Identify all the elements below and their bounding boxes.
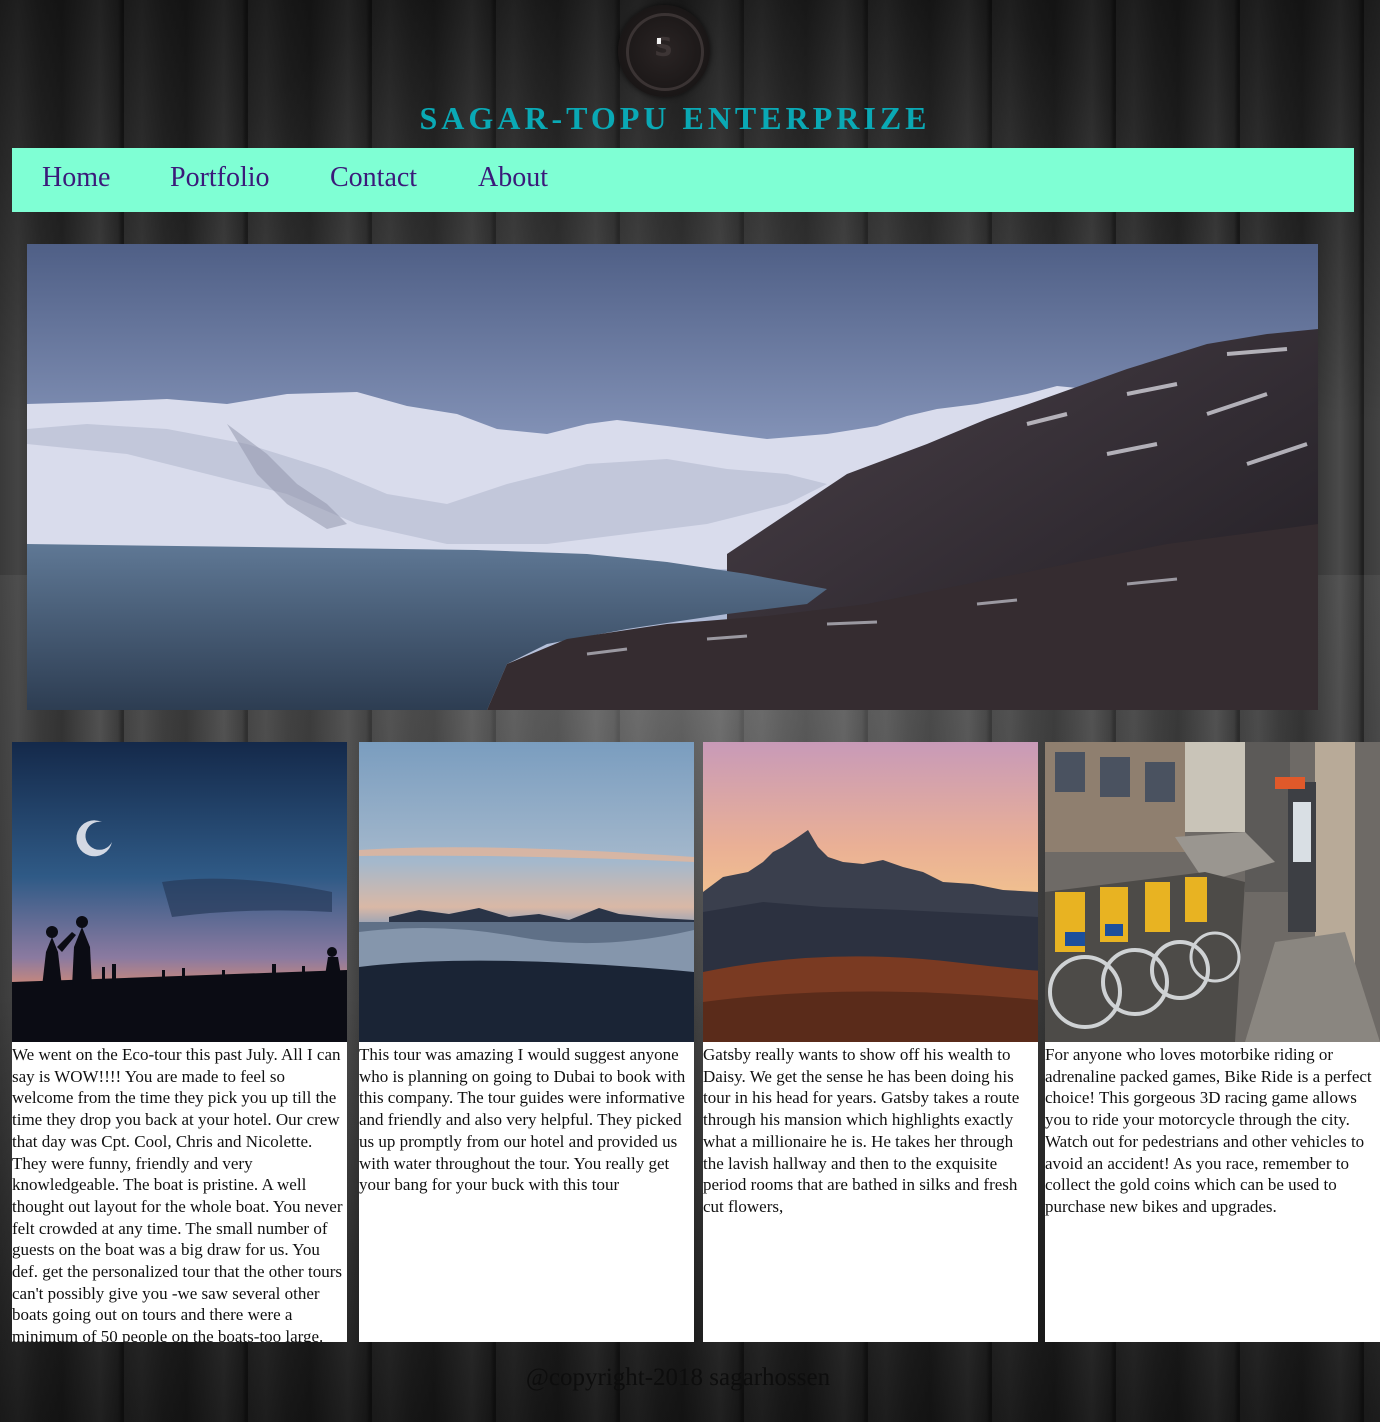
card-2-image (359, 742, 694, 1042)
card-1-description: We went on the Eco-tour this past July. … (12, 1045, 343, 1342)
hero-image (27, 244, 1318, 710)
card-3-description: Gatsby really wants to show off his weal… (703, 1045, 1020, 1216)
card-3-text: Gatsby really wants to show off his weal… (703, 1042, 1038, 1342)
nav-portfolio-link[interactable]: Portfolio (170, 161, 270, 195)
card-3-image (703, 742, 1038, 1042)
site-title: SAGAR-TOPU ENTERPRIZE (419, 100, 931, 136)
nav-about-link[interactable]: About (478, 161, 548, 195)
nav-contact-link[interactable]: Contact (330, 161, 417, 195)
card-4-image (1045, 742, 1380, 1042)
nav-home-link[interactable]: Home (42, 161, 110, 195)
card-1-text: We went on the Eco-tour this past July. … (12, 1042, 347, 1342)
card-4-description: For anyone who loves motorbike riding or… (1045, 1045, 1372, 1216)
main-navbar: Home Portfolio Contact About (12, 148, 1354, 212)
logo-mark: S (654, 33, 674, 63)
card-2-text: This tour was amazing I would suggest an… (359, 1042, 694, 1342)
card-2-description: This tour was amazing I would suggest an… (359, 1045, 686, 1195)
card-1-image (12, 742, 347, 1042)
footer-copyright: @copyright-2018 sagarhossen (525, 1364, 831, 1391)
card-4-text: For anyone who loves motorbike riding or… (1045, 1042, 1380, 1342)
logo-highlight (657, 38, 661, 44)
site-logo[interactable]: S (618, 5, 710, 97)
